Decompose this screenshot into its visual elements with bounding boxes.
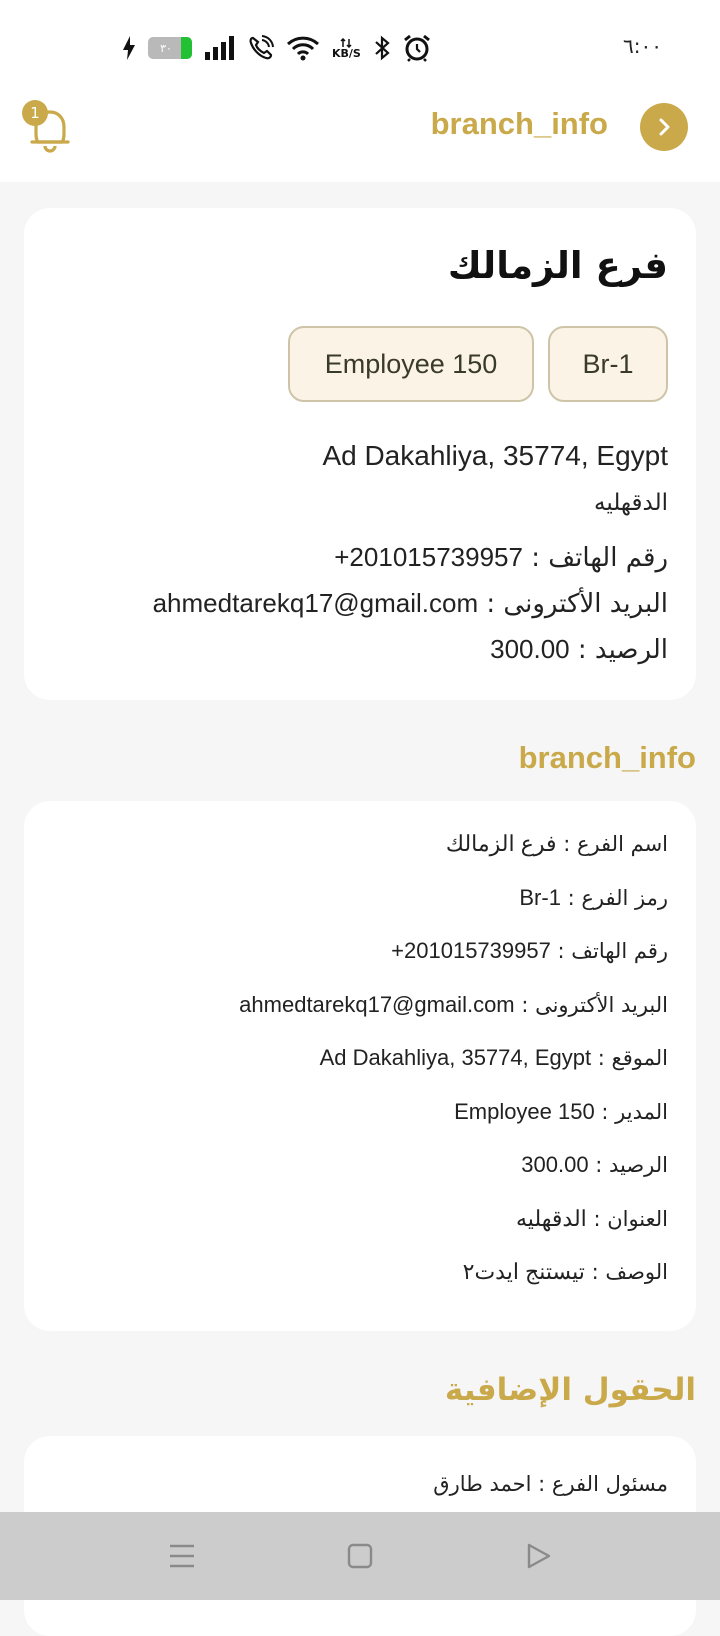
info-row-value: الدقهليه (516, 1205, 587, 1231)
branch-info-section-title: branch_info (518, 740, 696, 775)
network-speed-icon: KB/S (332, 37, 361, 60)
branch-info-card: اسم الفرع : فرع الزمالك رمز الفرع : Br-1 ر… (24, 801, 696, 1331)
extra-fields-section-title: الحقول الإضافية (444, 1372, 696, 1408)
alarm-icon (403, 34, 430, 62)
info-row: الرصيد : 300.00 (48, 1152, 668, 1206)
wifi-call-icon (249, 35, 274, 60)
info-row-label: العنوان : (586, 1206, 668, 1231)
info-row: رقم الهاتف : +201015739957 (48, 938, 668, 992)
info-row: الوصف : تيستنج ايدت٢ (48, 1259, 668, 1313)
info-row: المدير : Employee 150 (48, 1099, 668, 1153)
phone-label: رقم الهاتف : (522, 543, 668, 573)
info-row-label: رمز الفرع : (560, 885, 668, 910)
info-row-value: 300.00 (521, 1152, 589, 1177)
info-row-value: Br-1 (519, 884, 561, 910)
menu-icon[interactable] (162, 1536, 202, 1576)
info-row: اسم الفرع : فرع الزمالك (48, 831, 668, 885)
email-label: البريد الأكترونى : (478, 589, 668, 619)
email-value: ahmedtarekq17@gmail.com (152, 588, 479, 618)
status-time: ٦:٠٠ (623, 34, 662, 58)
branch-phone: رقم الهاتف : +201015739957 (334, 542, 668, 573)
battery-icon: ٣٠ (148, 37, 192, 59)
info-row: رمز الفرع : Br-1 (48, 885, 668, 939)
branch-info-list: اسم الفرع : فرع الزمالك رمز الفرع : Br-1 ر… (48, 831, 668, 1313)
info-row-label: الوصف : (584, 1260, 668, 1284)
back-button[interactable] (640, 103, 688, 151)
bluetooth-icon (375, 35, 390, 61)
system-nav-bar (0, 1512, 720, 1600)
back-triangle-icon[interactable] (518, 1536, 558, 1576)
branch-address: Ad Dakahliya, 35774, Egypt (322, 440, 668, 471)
info-row-value: ahmedtarekq17@gmail.com (239, 991, 515, 1017)
info-row-value: فرع الزمالك (445, 831, 557, 856)
branch-name: فرع الزمالك (447, 244, 668, 287)
info-row-label: الرصيد : (588, 1153, 668, 1177)
extra-field-label: مسئول الفرع : (531, 1472, 668, 1496)
battery-level: ٣٠ (160, 41, 172, 55)
info-row-label: رقم الهاتف : (550, 939, 668, 963)
info-row-label: اسم الفرع : (556, 832, 668, 856)
notification-badge: 1 (22, 100, 48, 126)
branch-summary-card: فرع الزمالك Br-1 Employee 150 Ad Dakahli… (24, 208, 696, 700)
extra-field-value: احمد طارق (433, 1472, 532, 1496)
info-row-label: الموقع : (591, 1046, 668, 1070)
chevron-right-icon (659, 118, 670, 136)
info-row-value: Employee 150 (454, 1098, 595, 1124)
info-row: البريد الأكترونى : ahmedtarekq17@gmail.c… (48, 992, 668, 1046)
network-speed-unit: KB/S (332, 46, 361, 60)
info-row-label: البريد الأكترونى : (514, 992, 668, 1017)
signal-icon (205, 36, 234, 60)
info-row-value: Ad Dakahliya, 35774, Egypt (319, 1045, 592, 1070)
phone-value: +201015739957 (334, 542, 523, 572)
status-icons: ٣٠ KB/S (122, 30, 431, 66)
extra-field-row: مسئول الفرع : احمد طارق (433, 1472, 668, 1496)
branch-code-chip: Br-1 (548, 326, 668, 402)
info-row: العنوان : الدقهليه (48, 1206, 668, 1260)
charging-icon (123, 36, 135, 60)
info-row: الموقع : Ad Dakahliya, 35774, Egypt (48, 1045, 668, 1099)
info-row-label: المدير : (594, 1099, 668, 1124)
page-title: branch_info (430, 106, 608, 141)
branch-balance: الرصيد : 300.00 (490, 634, 668, 665)
info-row-value: +201015739957 (391, 938, 551, 963)
balance-value: 300.00 (490, 634, 570, 664)
balance-label: الرصيد : (569, 635, 668, 665)
home-square-icon[interactable] (340, 1536, 380, 1576)
info-row-value: تيستنج ايدت٢ (462, 1259, 585, 1284)
status-bar: ٣٠ KB/S ٦:٠٠ (0, 0, 720, 90)
app-bar: 1 branch_info (0, 90, 720, 182)
manager-chip: Employee 150 (288, 326, 534, 402)
branch-governorate: الدقهليه (594, 490, 668, 516)
notifications-button[interactable]: 1 (22, 100, 72, 156)
wifi-icon (286, 36, 320, 61)
branch-email: البريد الأكترونى : ahmedtarekq17@gmail.c… (153, 588, 668, 619)
